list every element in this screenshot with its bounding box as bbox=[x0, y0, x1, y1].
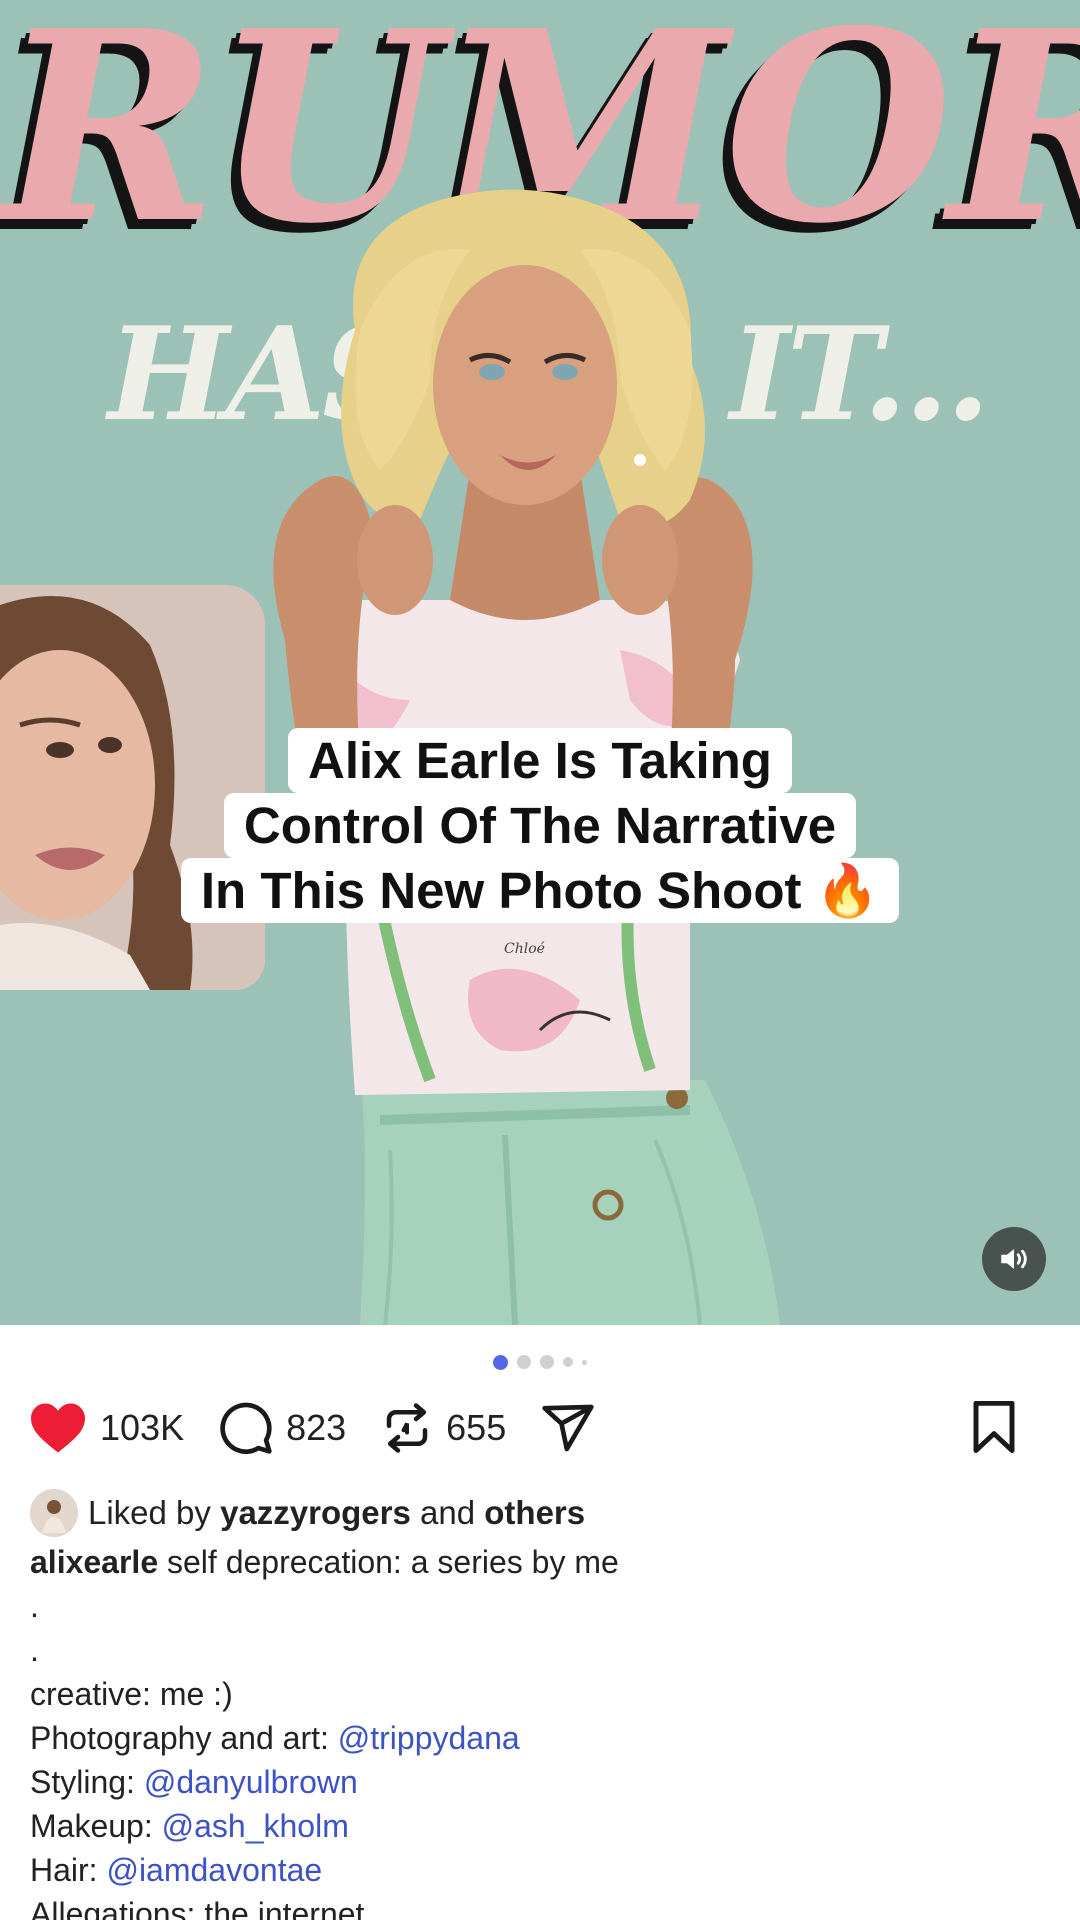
carousel-dot bbox=[582, 1359, 587, 1365]
carousel-dot-active bbox=[493, 1354, 508, 1370]
repost-count: 655 bbox=[446, 1407, 507, 1448]
caption-hair-line: Hair: @iamdavontae bbox=[30, 1848, 1050, 1892]
post-screen: RUMOR HAS IT... Chloé Alix Earle Is Taki… bbox=[0, 0, 1080, 1920]
speaker-icon bbox=[1001, 1249, 1027, 1269]
avatar-image bbox=[30, 1489, 78, 1537]
like-button[interactable]: 103K bbox=[28, 1401, 184, 1455]
liked-by-prefix: Liked by bbox=[88, 1494, 211, 1531]
caption-dot-line: . bbox=[30, 1588, 39, 1624]
comment-button[interactable]: 823 bbox=[218, 1400, 346, 1456]
liked-by-user[interactable]: yazzyrogers bbox=[220, 1494, 411, 1532]
carousel-dot bbox=[517, 1355, 531, 1369]
liked-by-row[interactable]: Liked by yazzyrogers and others bbox=[30, 1488, 585, 1538]
sound-toggle-button[interactable] bbox=[982, 1227, 1046, 1291]
caption-username[interactable]: alixearle bbox=[30, 1544, 158, 1580]
photography-mention[interactable]: @trippydana bbox=[338, 1720, 520, 1756]
carousel-dot bbox=[540, 1355, 554, 1369]
post-image[interactable]: RUMOR HAS IT... Chloé Alix Earle Is Taki… bbox=[0, 0, 1080, 1325]
share-button[interactable] bbox=[540, 1400, 596, 1456]
carousel-dot bbox=[563, 1357, 573, 1367]
caption-first-line: alixearle self deprecation: a series by … bbox=[30, 1540, 1050, 1584]
caption-line-1: Alix Earle Is Taking bbox=[288, 728, 792, 793]
post-action-bar: 103K 823 655 bbox=[28, 1398, 1052, 1458]
caption-creative-line: creative: me :) bbox=[30, 1676, 233, 1712]
shirt-logo-text: Chloé bbox=[504, 941, 545, 957]
heart-icon bbox=[31, 1403, 85, 1453]
caption-allegations-line: Allegations: the internet bbox=[30, 1896, 365, 1920]
like-count: 103K bbox=[100, 1407, 185, 1448]
hair-label: Hair: bbox=[30, 1852, 98, 1888]
styling-mention[interactable]: @danyulbrown bbox=[144, 1764, 358, 1800]
caption-photography-line: Photography and art: @trippydana bbox=[30, 1716, 1050, 1760]
makeup-label: Makeup: bbox=[30, 1808, 153, 1844]
caption-makeup-line: Makeup: @ash_kholm bbox=[30, 1804, 1050, 1848]
bookmark-icon bbox=[973, 1401, 1015, 1453]
liked-by-avatar bbox=[30, 1489, 78, 1537]
caption-line-3: In This New Photo Shoot 🔥 bbox=[180, 858, 900, 923]
hair-mention[interactable]: @iamdavontae bbox=[106, 1852, 322, 1888]
post-caption: alixearle self deprecation: a series by … bbox=[30, 1540, 1050, 1920]
repost-button[interactable]: 655 bbox=[380, 1401, 506, 1455]
comment-icon bbox=[220, 1402, 272, 1454]
liked-by-others[interactable]: others bbox=[484, 1494, 585, 1532]
carousel-indicator bbox=[0, 1352, 1080, 1372]
liked-by-and: and bbox=[420, 1494, 476, 1531]
video-caption-overlay: Alix Earle Is Taking Control Of The Narr… bbox=[0, 728, 1080, 923]
photography-label: Photography and art: bbox=[30, 1720, 329, 1756]
caption-line-2: Control Of The Narrative bbox=[223, 793, 857, 858]
makeup-mention[interactable]: @ash_kholm bbox=[162, 1808, 349, 1844]
save-button[interactable] bbox=[970, 1401, 1018, 1455]
share-icon bbox=[542, 1404, 594, 1452]
styling-label: Styling: bbox=[30, 1764, 135, 1800]
caption-styling-line: Styling: @danyulbrown bbox=[30, 1760, 1050, 1804]
caption-text: self deprecation: a series by me bbox=[167, 1544, 619, 1580]
comment-count: 823 bbox=[286, 1407, 347, 1448]
caption-dot-line: . bbox=[30, 1632, 39, 1668]
repost-icon bbox=[386, 1403, 428, 1453]
